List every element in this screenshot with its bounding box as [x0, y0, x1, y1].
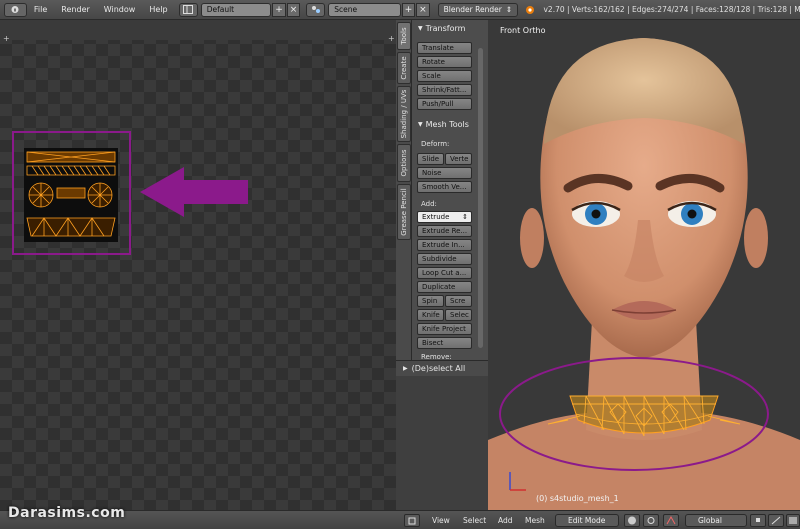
- menu-render[interactable]: Render: [54, 5, 96, 14]
- add-label: Add:: [421, 200, 437, 208]
- screw-button[interactable]: Scre: [445, 295, 472, 307]
- info-header: File Render Window Help Default + × Scen…: [0, 0, 800, 20]
- remove-label: Remove:: [421, 353, 452, 359]
- shading-sphere-icon: [628, 516, 636, 525]
- layout-name-field[interactable]: Default: [200, 2, 272, 17]
- knife-button[interactable]: Knife: [417, 309, 444, 321]
- slide-button[interactable]: Slide: [417, 153, 444, 165]
- tab-tools[interactable]: Tools: [397, 22, 411, 50]
- mesh-tools-panel-header[interactable]: ▼ Mesh Tools: [412, 117, 488, 131]
- noise-button[interactable]: Noise: [417, 167, 472, 179]
- tool-shelf: ▼ Transform Translate Rotate Scale Shrin…: [412, 20, 488, 360]
- render-engine-select[interactable]: Blender Render ⇕: [437, 2, 519, 17]
- extrude-button[interactable]: Extrude ⇕: [417, 211, 472, 223]
- mode-label: Edit Mode: [568, 516, 606, 525]
- menu-help[interactable]: Help: [142, 5, 174, 14]
- scene-name-field[interactable]: Scene: [328, 2, 401, 17]
- dropdown-icon: ⇕: [462, 213, 468, 221]
- knife-project-button[interactable]: Knife Project: [417, 323, 472, 335]
- active-object-label: (0) s4studio_mesh_1: [536, 494, 619, 503]
- transform-orientation-select[interactable]: Global: [685, 514, 747, 527]
- push-pull-button[interactable]: Push/Pull: [417, 98, 472, 110]
- 3d-viewport[interactable]: Front Ortho (0) s4studio_mesh_1: [488, 20, 800, 510]
- expand-panel-icon[interactable]: +: [3, 34, 10, 43]
- vertex-select-mode[interactable]: [750, 514, 766, 527]
- character-head-model: [488, 38, 800, 510]
- editor-type-button[interactable]: [4, 2, 27, 17]
- spin-button[interactable]: Spin: [417, 295, 444, 307]
- menu-view[interactable]: View: [432, 516, 450, 525]
- menu-window[interactable]: Window: [97, 5, 143, 14]
- face-icon: [789, 517, 797, 524]
- knife-select-button[interactable]: Selec: [445, 309, 472, 321]
- menu-select[interactable]: Select: [463, 516, 486, 525]
- dropdown-icon: ⇕: [505, 5, 513, 14]
- tab-shading-uvs[interactable]: Shading / UVs: [397, 86, 411, 142]
- face-select-mode[interactable]: [786, 514, 800, 527]
- pivot-icon: [647, 517, 655, 524]
- menu-mesh[interactable]: Mesh: [525, 516, 545, 525]
- edge-select-mode[interactable]: [768, 514, 784, 527]
- view-name-label: Front Ortho: [500, 26, 546, 35]
- tab-options[interactable]: Options: [397, 144, 411, 182]
- scene-statistics: v2.70 | Verts:162/162 | Edges:274/274 | …: [543, 5, 800, 14]
- cube-icon: [408, 517, 416, 525]
- rotate-button[interactable]: Rotate: [417, 56, 472, 68]
- operator-panel-area: [396, 376, 488, 510]
- collapse-triangle-icon: ▼: [418, 24, 423, 32]
- manipulator-toggle[interactable]: [663, 514, 679, 527]
- watermark-text: Darasims.com: [8, 505, 126, 521]
- vertex-icon: [756, 518, 760, 522]
- duplicate-button[interactable]: Duplicate: [417, 281, 472, 293]
- scene-icon: [311, 6, 320, 13]
- transform-panel-header[interactable]: ▼ Transform: [412, 21, 488, 35]
- deselect-all-panel[interactable]: ▶ (De)select All: [396, 360, 488, 376]
- bisect-button[interactable]: Bisect: [417, 337, 472, 349]
- tab-grease-pencil[interactable]: Grease Pencil: [397, 184, 411, 240]
- extrude-individual-button[interactable]: Extrude In...: [417, 239, 472, 251]
- extrude-label: Extrude: [422, 213, 450, 221]
- manipulator-icon: [666, 515, 676, 525]
- orientation-label: Global: [698, 516, 722, 525]
- menu-file[interactable]: File: [27, 5, 54, 14]
- expand-panel-icon-right[interactable]: +: [388, 34, 395, 43]
- translate-button[interactable]: Translate: [417, 42, 472, 54]
- tool-shelf-scrollbar[interactable]: [478, 48, 483, 348]
- scale-button[interactable]: Scale: [417, 70, 472, 82]
- blender-logo-icon: [526, 5, 535, 14]
- edge-icon: [771, 516, 781, 525]
- pivot-select[interactable]: [643, 514, 659, 527]
- collapse-triangle-icon: ▼: [418, 120, 423, 128]
- shading-select[interactable]: [624, 514, 640, 527]
- menu-add[interactable]: Add: [498, 516, 513, 525]
- vertex-slide-button[interactable]: Verte: [445, 153, 472, 165]
- scene-selector[interactable]: [306, 2, 326, 17]
- annotation-arrow-icon: [140, 167, 248, 217]
- tool-shelf-tabs: Tools Create Shading / UVs Options Greas…: [396, 20, 412, 360]
- shrink-fatten-button[interactable]: Shrink/Fatt...: [417, 84, 472, 96]
- info-icon: [11, 6, 19, 13]
- loop-cut-button[interactable]: Loop Cut a...: [417, 267, 472, 279]
- annotation-highlight-box: [12, 131, 131, 255]
- tab-create[interactable]: Create: [397, 52, 411, 84]
- subdivide-button[interactable]: Subdivide: [417, 253, 472, 265]
- deform-label: Deform:: [421, 140, 450, 148]
- add-layout-button[interactable]: +: [272, 2, 286, 17]
- extrude-region-button[interactable]: Extrude Re...: [417, 225, 472, 237]
- smooth-vertex-button[interactable]: Smooth Ve...: [417, 181, 472, 193]
- uv-image-editor[interactable]: [0, 20, 396, 510]
- editor-type-3d-button[interactable]: [404, 514, 420, 527]
- uv-editor-toolbar-strip: + +: [0, 20, 396, 43]
- mode-select[interactable]: Edit Mode: [555, 514, 619, 527]
- render-engine-label: Blender Render: [443, 5, 502, 14]
- remove-scene-button[interactable]: ×: [416, 2, 430, 17]
- expand-triangle-icon: ▶: [403, 365, 408, 372]
- add-scene-button[interactable]: +: [401, 2, 416, 17]
- layout-icon: [183, 5, 194, 14]
- layout-selector[interactable]: [178, 2, 198, 17]
- remove-layout-button[interactable]: ×: [286, 2, 301, 17]
